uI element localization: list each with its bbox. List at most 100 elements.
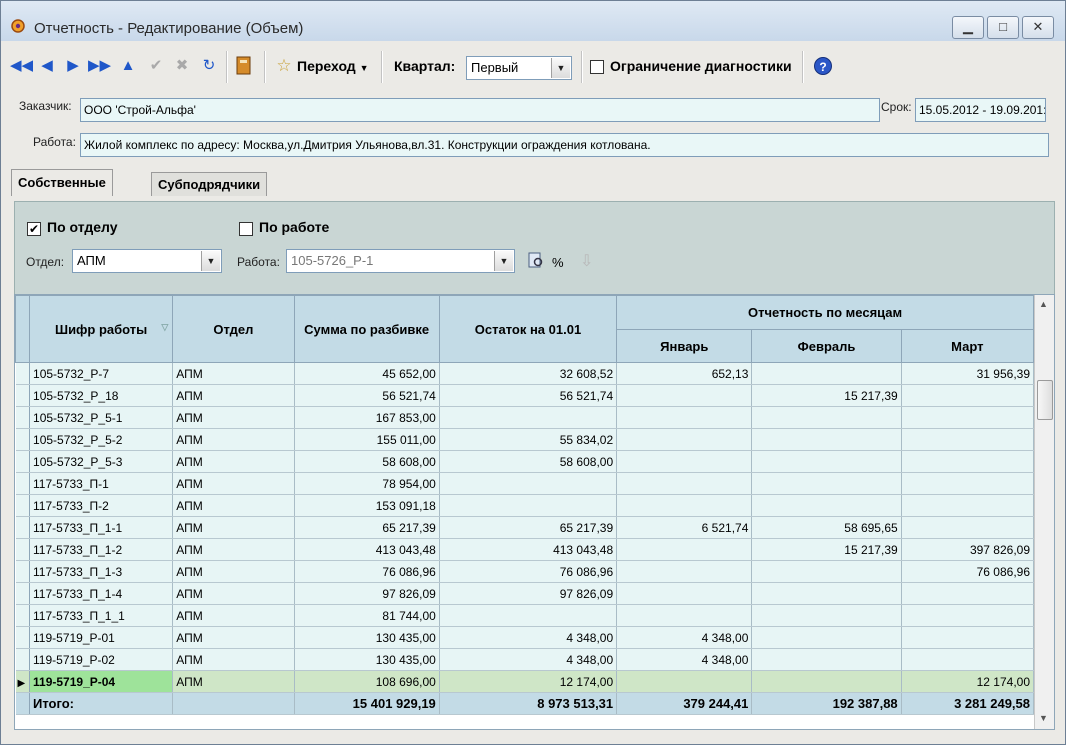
down-arrow-icon[interactable]: ⇩: [580, 251, 593, 271]
row-indicator[interactable]: ▶: [15, 670, 31, 693]
by-dept-checkbox[interactable]: ✔: [27, 222, 41, 236]
cell-jan[interactable]: [616, 670, 753, 693]
cell-dept[interactable]: АПМ: [172, 582, 295, 605]
cell-balance[interactable]: 97 826,09: [439, 582, 618, 605]
col-header-code[interactable]: Шифр работы ▽: [29, 295, 174, 363]
next-icon[interactable]: ▶: [62, 53, 84, 79]
cell-feb[interactable]: [751, 406, 902, 429]
cell-jan[interactable]: [616, 384, 753, 407]
cell-mar[interactable]: [901, 582, 1035, 605]
cell-feb[interactable]: 58 695,65: [751, 516, 902, 539]
cell-mar[interactable]: 12 174,00: [901, 670, 1035, 693]
tab-own-forces[interactable]: Собственные силы: [11, 169, 113, 216]
table-row[interactable]: 105-5732_Р_5-3 АПМ 58 608,00 58 608,00: [15, 450, 1035, 473]
cell-feb[interactable]: [751, 626, 902, 649]
book-icon[interactable]: [234, 55, 254, 77]
cell-mar[interactable]: [901, 406, 1035, 429]
cell-code[interactable]: 117-5733_П_1_1: [29, 604, 174, 627]
cell-jan[interactable]: [616, 560, 753, 583]
cell-balance[interactable]: 4 348,00: [439, 648, 618, 671]
cell-sum[interactable]: 130 435,00: [294, 648, 440, 671]
cell-sum[interactable]: 97 826,09: [294, 582, 440, 605]
filter-report-icon[interactable]: [527, 251, 545, 269]
cell-mar[interactable]: 31 956,39: [901, 362, 1035, 385]
table-row[interactable]: 119-5719_Р-01 АПМ 130 435,00 4 348,00 4 348,…: [15, 626, 1035, 649]
row-indicator[interactable]: [15, 538, 31, 561]
cell-jan[interactable]: [616, 604, 753, 627]
cell-balance[interactable]: 76 086,96: [439, 560, 618, 583]
cell-mar[interactable]: [901, 626, 1035, 649]
cell-dept[interactable]: АПМ: [172, 450, 295, 473]
cell-jan[interactable]: 652,13: [616, 362, 753, 385]
cell-dept[interactable]: АПМ: [172, 516, 295, 539]
cell-balance[interactable]: [439, 604, 618, 627]
cell-sum[interactable]: 45 652,00: [294, 362, 440, 385]
cell-code[interactable]: 119-5719_Р-02: [29, 648, 174, 671]
cell-sum[interactable]: 153 091,18: [294, 494, 440, 517]
percent-icon[interactable]: %: [552, 255, 564, 270]
scroll-down-icon[interactable]: ▼: [1039, 713, 1048, 723]
maximize-button[interactable]: □: [987, 16, 1019, 39]
row-indicator[interactable]: [15, 428, 31, 451]
table-row[interactable]: 117-5733_П-2 АПМ 153 091,18: [15, 494, 1035, 517]
cell-dept[interactable]: АПМ: [172, 362, 295, 385]
col-header-jan[interactable]: Январь: [616, 329, 753, 363]
cell-dept[interactable]: АПМ: [172, 538, 295, 561]
quarter-select[interactable]: Первый ▼: [466, 56, 572, 80]
cell-code[interactable]: 117-5733_П_1-3: [29, 560, 174, 583]
row-indicator[interactable]: [15, 648, 31, 671]
cell-jan[interactable]: 6 521,74: [616, 516, 753, 539]
cell-jan[interactable]: [616, 494, 753, 517]
cell-balance[interactable]: 413 043,48: [439, 538, 618, 561]
col-header-balance[interactable]: Остаток на 01.01: [438, 295, 618, 363]
cell-dept[interactable]: АПМ: [172, 626, 295, 649]
cell-code[interactable]: 117-5733_П-2: [29, 494, 174, 517]
cell-feb[interactable]: [751, 560, 902, 583]
vertical-scrollbar[interactable]: ▲ ▼: [1034, 295, 1054, 729]
col-header-feb[interactable]: Февраль: [751, 329, 902, 363]
cell-feb[interactable]: 15 217,39: [751, 384, 902, 407]
cell-balance[interactable]: 4 348,00: [439, 626, 618, 649]
cell-feb[interactable]: [751, 472, 902, 495]
cell-dept[interactable]: АПМ: [172, 604, 295, 627]
cell-balance[interactable]: 32 608,52: [439, 362, 618, 385]
cell-dept[interactable]: АПМ: [172, 384, 295, 407]
cell-balance[interactable]: [439, 472, 618, 495]
row-indicator[interactable]: [15, 384, 31, 407]
cell-mar[interactable]: [901, 604, 1035, 627]
cell-sum[interactable]: 56 521,74: [294, 384, 440, 407]
cell-jan[interactable]: 4 348,00: [616, 648, 753, 671]
cell-balance[interactable]: 55 834,02: [439, 428, 618, 451]
cell-code[interactable]: 105-5732_Р-7: [29, 362, 174, 385]
row-indicator[interactable]: [15, 604, 31, 627]
by-work-checkbox[interactable]: [239, 222, 253, 236]
chevron-down-icon[interactable]: ▼: [551, 58, 570, 78]
cell-sum[interactable]: 58 608,00: [294, 450, 440, 473]
close-button[interactable]: ✕: [1022, 16, 1054, 39]
cell-jan[interactable]: [616, 428, 753, 451]
row-indicator[interactable]: [15, 582, 31, 605]
cell-code[interactable]: 119-5719_Р-04: [29, 670, 174, 693]
row-indicator[interactable]: [15, 472, 31, 495]
cell-sum[interactable]: 65 217,39: [294, 516, 440, 539]
cell-dept[interactable]: АПМ: [172, 494, 295, 517]
diag-limit-checkbox[interactable]: [590, 60, 604, 74]
cell-sum[interactable]: 167 853,00: [294, 406, 440, 429]
row-indicator[interactable]: [15, 494, 31, 517]
goto-menu-button[interactable]: Переход ▼: [297, 53, 369, 79]
cell-jan[interactable]: [616, 406, 753, 429]
first-icon[interactable]: ◀◀: [10, 53, 33, 79]
cell-mar[interactable]: [901, 516, 1035, 539]
row-indicator[interactable]: [15, 362, 31, 385]
cell-sum[interactable]: 130 435,00: [294, 626, 440, 649]
row-indicator[interactable]: [15, 516, 31, 539]
cell-jan[interactable]: [616, 472, 753, 495]
cell-balance[interactable]: 58 608,00: [439, 450, 618, 473]
sort-icon[interactable]: ▽: [161, 322, 168, 333]
cell-feb[interactable]: [751, 670, 902, 693]
cell-feb[interactable]: [751, 582, 902, 605]
up-icon[interactable]: ▲: [117, 53, 139, 79]
help-icon[interactable]: ?: [813, 56, 833, 76]
table-row[interactable]: 117-5733_П_1-1 АПМ 65 217,39 65 217,39 6 521…: [15, 516, 1035, 539]
work-field[interactable]: Жилой комплекс по адресу: Москва,ул.Дмит…: [80, 133, 1049, 157]
